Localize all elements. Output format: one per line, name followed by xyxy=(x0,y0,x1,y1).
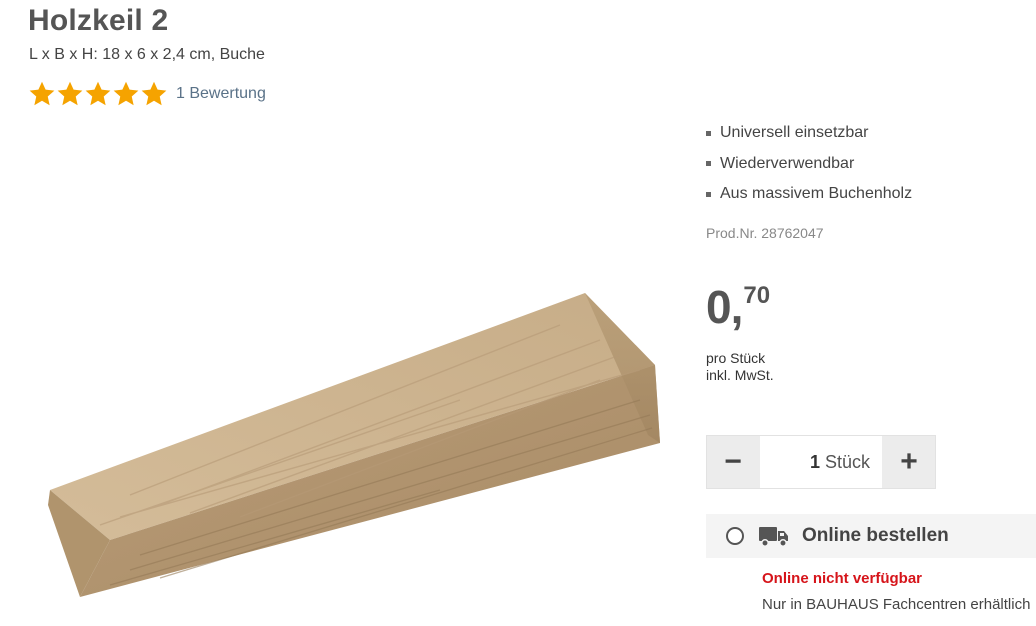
price-tax-note: inkl. MwSt. xyxy=(706,367,774,383)
quantity-input[interactable]: 1 Stück xyxy=(760,436,882,488)
feature-text: Wiederverwendbar xyxy=(720,154,855,172)
price-decimal: 70 xyxy=(743,282,771,309)
price-unit-info: pro Stück inkl. MwSt. xyxy=(706,350,774,384)
feature-item: Aus massivem Buchenholz xyxy=(706,179,912,210)
rating: 1 Bewertung xyxy=(28,80,266,107)
radio-icon[interactable] xyxy=(726,527,744,545)
feature-text: Universell einsetzbar xyxy=(720,124,869,142)
delivery-option-title: Online bestellen xyxy=(802,525,949,546)
price-unit: pro Stück xyxy=(706,350,766,366)
delivery-option-header[interactable]: Online bestellen xyxy=(706,514,1036,558)
product-title: Holzkeil 2 xyxy=(28,4,169,37)
star-icon xyxy=(113,81,139,106)
square-bullet-icon xyxy=(706,130,711,136)
rating-count-link[interactable]: 1 Bewertung xyxy=(176,85,266,103)
delivery-option-details: Online nicht verfügbar Nur in BAUHAUS Fa… xyxy=(706,558,1036,626)
quantity-stepper: − 1 Stück + xyxy=(706,435,936,489)
feature-item: Wiederverwendbar xyxy=(706,149,912,180)
price: 0,70 xyxy=(706,280,770,334)
star-icon xyxy=(57,81,83,106)
feature-text: Aus massivem Buchenholz xyxy=(720,185,913,203)
increase-quantity-button[interactable]: + xyxy=(882,435,936,489)
availability-note: Nur in BAUHAUS Fachcentren erhältlich xyxy=(762,596,1031,613)
feature-list: Universell einsetzbar Wiederverwendbar A… xyxy=(706,118,912,210)
square-bullet-icon xyxy=(706,161,711,167)
availability-status: Online nicht verfügbar xyxy=(762,570,923,587)
product-dimensions: L x B x H: 18 x 6 x 2,4 cm, Buche xyxy=(29,46,265,63)
quantity-value: 1 xyxy=(809,451,820,472)
product-number: Prod.Nr. 28762047 xyxy=(706,225,824,241)
feature-item: Universell einsetzbar xyxy=(706,118,912,149)
rating-stars xyxy=(28,80,168,107)
truck-icon xyxy=(759,527,788,547)
product-image[interactable] xyxy=(40,285,670,610)
price-integer: 0, xyxy=(706,281,743,333)
star-icon xyxy=(141,81,167,106)
quantity-unit: Stück xyxy=(824,451,870,472)
delivery-option-online: Online bestellen Online nicht verfügbar … xyxy=(706,514,1036,626)
star-icon xyxy=(29,81,55,106)
star-icon xyxy=(85,81,111,106)
decrease-quantity-button[interactable]: − xyxy=(706,435,760,489)
square-bullet-icon xyxy=(706,191,711,197)
